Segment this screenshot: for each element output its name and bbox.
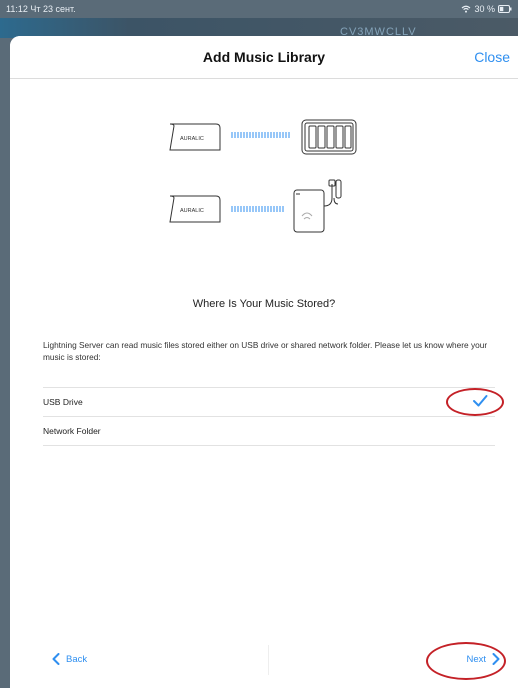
connection-dots [231, 132, 290, 138]
status-right: 30 % [461, 4, 512, 14]
storage-options-list: USB Drive Network Folder [43, 387, 495, 446]
background-app-header: CV3MWCLLV [0, 18, 518, 38]
status-time: 11:12 Чт 23 сент. [6, 4, 76, 14]
battery-percent: 30 % [474, 4, 495, 14]
option-usb-drive[interactable]: USB Drive [43, 388, 495, 417]
option-label: Network Folder [43, 426, 101, 436]
dialog-footer: Back Next [10, 633, 518, 688]
status-time-value: 11:12 [6, 4, 28, 14]
storage-question-heading: Where Is Your Music Stored? [192, 298, 336, 310]
dialog-navbar: Add Music Library Close [10, 36, 518, 79]
illustration-nas: AURALIC [10, 114, 518, 162]
back-label: Back [66, 653, 88, 665]
status-bar: 11:12 Чт 23 сент. 30 % [0, 0, 518, 18]
battery-icon [498, 5, 512, 13]
next-button[interactable]: Next [466, 653, 500, 665]
usb-drive-icon [293, 179, 342, 233]
back-button[interactable]: Back [52, 653, 87, 665]
chevron-right-icon [492, 653, 500, 665]
close-button[interactable]: Close [474, 49, 510, 65]
next-label: Next [466, 653, 486, 665]
illustration-usb: AURALIC [10, 176, 518, 238]
connection-dots [231, 206, 284, 212]
streamer-usb-illustration: AURALIC [169, 179, 342, 233]
storage-description: Lightning Server can read music files st… [43, 340, 488, 362]
streamer-brand-label: AURALIC [180, 136, 204, 142]
wifi-icon [462, 5, 471, 13]
add-music-library-dialog: Add Music Library Close AURALIC AURALIC … [10, 36, 518, 688]
checkmark-icon [473, 395, 488, 407]
footer-divider [268, 645, 269, 675]
status-date: Чт 23 сент. [30, 4, 76, 14]
option-label: USB Drive [43, 397, 83, 407]
chevron-left-icon [52, 653, 60, 665]
streamer-nas-illustration: AURALIC [169, 119, 357, 155]
streamer-brand-label: AURALIC [180, 208, 204, 214]
option-network-folder[interactable]: Network Folder [43, 417, 495, 446]
nas-device-icon [301, 119, 357, 155]
dialog-title: Add Music Library [202, 49, 326, 65]
